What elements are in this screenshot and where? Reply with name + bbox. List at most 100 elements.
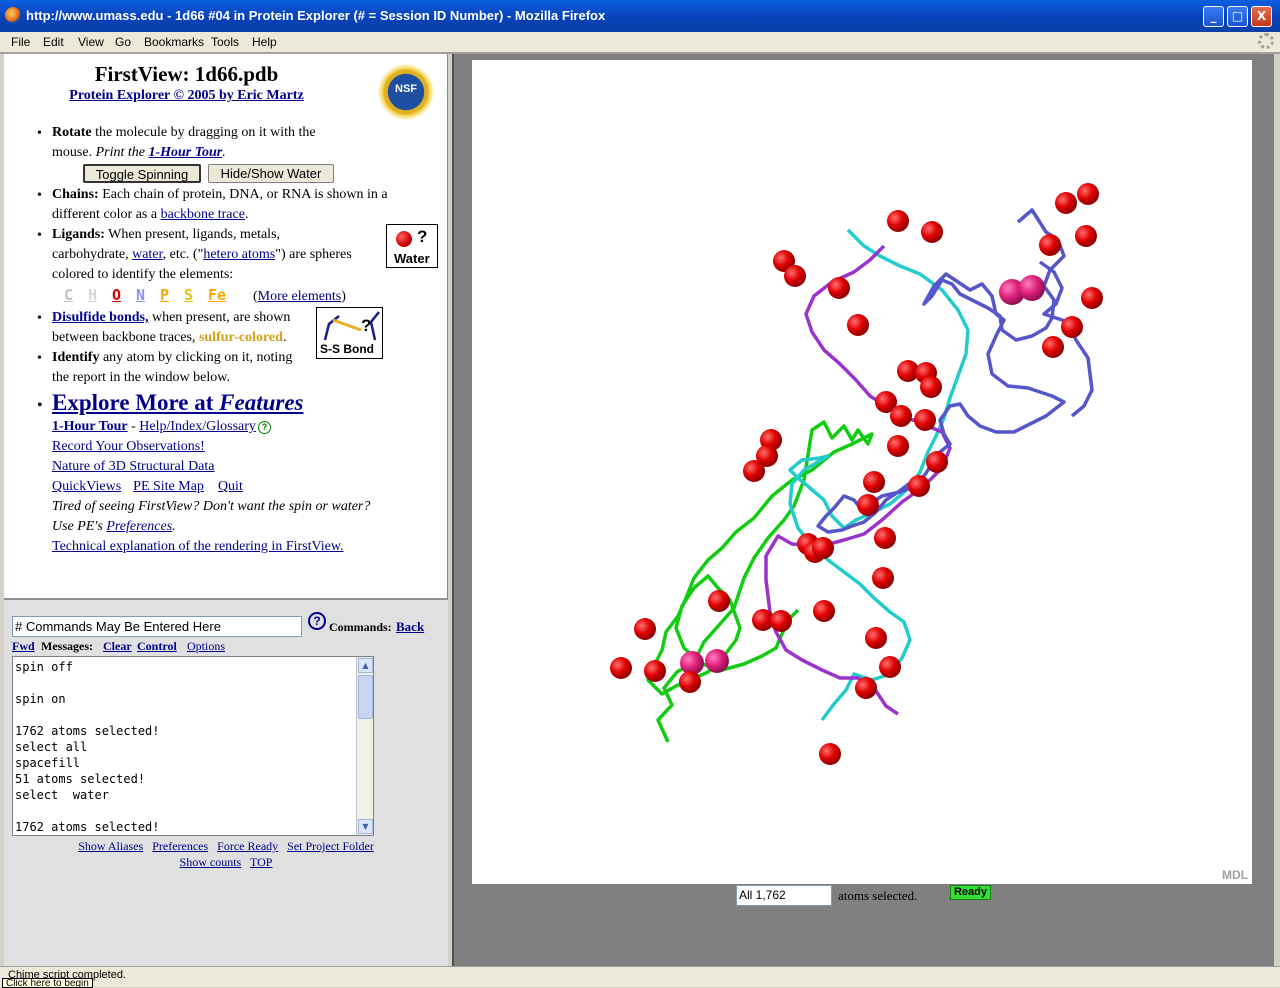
disulfide-text: Disulfide bonds, when present, are shown [52, 308, 290, 328]
help-icon[interactable]: ? [257, 421, 271, 434]
molecule-render [610, 183, 1103, 765]
element-h[interactable]: H [88, 286, 97, 304]
quit-link[interactable]: Quit [218, 479, 243, 494]
messages-scrollbar[interactable]: ▲ ▼ [356, 657, 373, 835]
close-button[interactable]: X [1251, 6, 1272, 27]
molecule-canvas[interactable]: MDL [472, 60, 1252, 884]
quickviews-link[interactable]: QuickViews [52, 479, 121, 494]
control-link[interactable]: Control [137, 639, 177, 654]
element-o[interactable]: O [112, 286, 121, 304]
command-panel: # Commands May Be Entered Here ? Command… [4, 598, 448, 966]
fwd-link[interactable]: Fwd [12, 639, 35, 654]
water-sphere [1039, 234, 1061, 256]
more-elements-link[interactable]: More elements [258, 289, 342, 304]
nature-3d-data-link[interactable]: Nature of 3D Structural Data [52, 459, 215, 474]
ligands-text-2c: ") are spheres [275, 247, 352, 262]
water-sphere [1081, 287, 1103, 309]
disulfide-text-line2: between backbone traces, sulfur-colored. [52, 328, 286, 348]
scroll-up-arrow-icon[interactable]: ▲ [358, 658, 373, 673]
rotate-text-line2: mouse. Print the 1-Hour Tour. [52, 143, 226, 163]
scroll-thumb[interactable] [358, 675, 373, 719]
backbone-trace-link[interactable]: backbone trace [161, 207, 245, 222]
ss-bond-legend-icon[interactable]: ? S-S Bond [316, 307, 383, 359]
water-sphere [857, 494, 879, 516]
messages-log: spin off spin on 1762 atoms selected! se… [15, 660, 160, 834]
tour-help-line: 1-Hour Tour - Help/Index/Glossary? [52, 417, 271, 437]
atoms-selected-field[interactable]: All 1,762 [736, 885, 832, 906]
element-s[interactable]: S [184, 286, 193, 304]
water-sphere [634, 618, 656, 640]
menu-bar: File Edit View Go Bookmarks Tools Help [0, 32, 1280, 52]
water-icon-label: Water [394, 251, 430, 266]
hetero-atoms-link[interactable]: hetero atoms [203, 247, 275, 262]
identify-label: Identify [52, 350, 100, 365]
explore-more-text: Explore More at [52, 390, 220, 415]
options-link[interactable]: Options [187, 639, 225, 654]
water-sphere [887, 435, 909, 457]
hide-show-water-button[interactable]: Hide/Show Water [208, 164, 334, 183]
print-text: Print the [95, 145, 149, 160]
nsf-logo-text: NSF [395, 83, 417, 95]
top-link[interactable]: TOP [250, 855, 272, 869]
pe-site-map-link[interactable]: PE Site Map [133, 479, 204, 494]
menu-edit[interactable]: Edit [43, 35, 64, 49]
element-n[interactable]: N [136, 286, 145, 304]
element-p[interactable]: P [160, 286, 169, 304]
show-aliases-link[interactable]: Show Aliases [78, 839, 143, 853]
menu-view[interactable]: View [78, 35, 104, 49]
menu-file[interactable]: File [11, 35, 30, 49]
window-title-bar[interactable]: http://www.umass.edu - 1d66 #04 in Prote… [0, 0, 1280, 32]
technical-line: Technical explanation of the rendering i… [52, 537, 344, 557]
one-hour-tour-link[interactable]: 1-Hour Tour [148, 145, 222, 160]
water-sphere [1075, 225, 1097, 247]
element-fe[interactable]: Fe [208, 286, 226, 304]
commands-help-icon[interactable]: ? [308, 612, 326, 630]
minimize-button[interactable]: _ [1203, 6, 1224, 27]
chains-text-2: different color as a [52, 207, 161, 222]
menu-go[interactable]: Go [115, 35, 131, 49]
menu-help[interactable]: Help [252, 35, 277, 49]
sulfur-colored-text: sulfur-colored [198, 330, 283, 345]
menu-bookmarks[interactable]: Bookmarks [144, 35, 204, 49]
water-legend-icon[interactable]: ? Water [386, 224, 438, 268]
show-counts-link[interactable]: Show counts [180, 855, 242, 869]
water-sphere [770, 610, 792, 632]
explore-more-link[interactable]: Explore More at Features [52, 390, 304, 415]
clear-link[interactable]: Clear [103, 639, 132, 654]
protein-explorer-panel: FirstView: 1d66.pdb Protein Explorer © 2… [4, 54, 448, 598]
ligands-text-2b: , etc. (" [162, 247, 204, 262]
preferences-cmd-link[interactable]: Preferences [152, 839, 208, 853]
force-ready-link[interactable]: Force Ready [217, 839, 278, 853]
technical-explanation-link[interactable]: Technical explanation of the rendering i… [52, 539, 344, 554]
use-prefs-line: Use PE's Preferences. [52, 517, 176, 537]
scroll-down-arrow-icon[interactable]: ▼ [358, 819, 373, 834]
command-input[interactable]: # Commands May Be Entered Here [12, 616, 302, 637]
back-link[interactable]: Back [396, 619, 424, 635]
bullet: • [37, 311, 42, 326]
set-project-folder-link[interactable]: Set Project Folder [287, 839, 374, 853]
water-sphere [644, 660, 666, 682]
toggle-spinning-button[interactable]: Toggle Spinning [83, 164, 201, 183]
water-sphere [863, 471, 885, 493]
page-title: FirstView: 1d66.pdb [94, 62, 279, 86]
element-c[interactable]: C [64, 286, 73, 304]
water-link[interactable]: water [132, 247, 163, 262]
protein-explorer-link[interactable]: Protein Explorer © 2005 by Eric Martz [69, 88, 303, 103]
record-observations-link[interactable]: Record Your Observations! [52, 439, 205, 454]
disulfide-bonds-link[interactable]: Disulfide bonds, [52, 310, 148, 325]
activity-throbber-icon [1258, 33, 1274, 49]
help-index-glossary-link[interactable]: Help/Index/Glossary [139, 419, 256, 434]
ligands-label: Ligands: [52, 227, 105, 242]
chain-blue-trace [816, 208, 1066, 534]
maximize-button[interactable]: □ [1227, 6, 1248, 27]
messages-textarea[interactable]: spin off spin on 1762 atoms selected! se… [12, 656, 374, 836]
window-right-edge [1274, 54, 1280, 966]
tour-link[interactable]: 1-Hour Tour [52, 419, 128, 434]
command-links-row: Show Aliases Preferences Force Ready Set… [4, 839, 448, 854]
preferences-link[interactable]: Preferences [106, 519, 172, 534]
nsf-logo: NSF [378, 64, 434, 120]
water-sphere [1077, 183, 1099, 205]
menu-tools[interactable]: Tools [211, 35, 239, 49]
chains-text-1: Each chain of protein, DNA, or RNA is sh… [98, 187, 388, 202]
rotate-text: Rotate the molecule by dragging on it wi… [52, 123, 316, 143]
